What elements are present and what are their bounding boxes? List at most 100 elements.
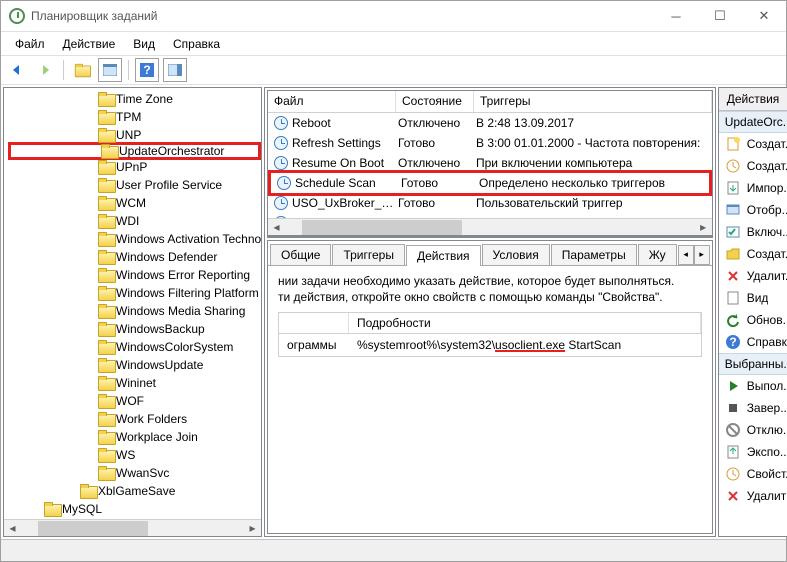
action-delete[interactable]: Удалить — [719, 485, 787, 507]
tree-item-label: Windows Error Reporting — [116, 268, 250, 282]
panel-toggle-2[interactable] — [163, 58, 187, 82]
forward-button[interactable] — [33, 58, 57, 82]
clock-icon — [274, 196, 288, 210]
action-label: Вид — [747, 291, 769, 305]
export-icon — [725, 444, 741, 460]
task-row[interactable]: USO_UxBroker_DisplayГотовоПользовательск… — [268, 193, 712, 213]
action-import[interactable]: Импор... — [719, 177, 787, 199]
tree-item-ws[interactable]: WS — [8, 446, 261, 464]
minimize-button[interactable]: ─ — [654, 1, 698, 31]
tab-1[interactable]: Триггеры — [332, 244, 405, 265]
menubar: Файл Действие Вид Справка — [1, 31, 786, 55]
help-button[interactable]: ? — [135, 58, 159, 82]
tree-item-wdi[interactable]: WDI — [8, 212, 261, 230]
col-state[interactable]: Состояние — [396, 91, 474, 112]
actions-group-2[interactable]: Выбранны...▲ — [719, 353, 787, 375]
end-icon — [725, 400, 741, 416]
up-button[interactable] — [70, 58, 94, 82]
svg-text:?: ? — [729, 335, 736, 349]
tree-item-windows-defender[interactable]: Windows Defender — [8, 248, 261, 266]
tasklist-scroll-horizontal[interactable]: ◂▸ — [268, 218, 712, 235]
menu-action[interactable]: Действие — [55, 35, 124, 53]
actions-pane: Действия UpdateOrc...▲ Создат...Создат..… — [718, 87, 787, 537]
action-new[interactable]: Создат... — [719, 133, 787, 155]
col-trigger[interactable]: Триггеры — [474, 91, 712, 112]
tree-item-work-folders[interactable]: Work Folders — [8, 410, 261, 428]
back-button[interactable] — [5, 58, 29, 82]
action-new2[interactable]: Создат... — [719, 155, 787, 177]
tree-item-mysql[interactable]: MySQL — [8, 500, 261, 518]
actions-group-1[interactable]: UpdateOrc...▲ — [719, 111, 787, 133]
tree-item-wininet[interactable]: Wininet — [8, 374, 261, 392]
tree-item-wwansvc[interactable]: WwanSvc — [8, 464, 261, 482]
action-row[interactable]: ограммы %systemroot%\system32\usoclient.… — [279, 334, 701, 356]
maximize-button[interactable]: ☐ — [698, 1, 742, 31]
tree-item-upnp[interactable]: UPnP — [8, 158, 261, 176]
tab-0[interactable]: Общие — [270, 244, 331, 265]
menu-help[interactable]: Справка — [165, 35, 228, 53]
tree-item-time-zone[interactable]: Time Zone — [8, 90, 261, 108]
folder-icon — [98, 430, 114, 444]
folder-icon — [98, 286, 114, 300]
tree-item-windows-media-sharing[interactable]: Windows Media Sharing — [8, 302, 261, 320]
folder-tree[interactable]: Time ZoneTPMUNPUpdateOrchestratorUPnPUse… — [4, 88, 261, 519]
tree-item-windowscolorsystem[interactable]: WindowsColorSystem — [8, 338, 261, 356]
tree-item-windows-activation-technologies[interactable]: Windows Activation Technologies — [8, 230, 261, 248]
tree-item-windowsupdate[interactable]: WindowsUpdate — [8, 356, 261, 374]
tree-item-label: Workplace Join — [116, 430, 198, 444]
actions-grid: Подробности ограммы %systemroot%\system3… — [278, 312, 702, 357]
tree-item-label: WindowsUpdate — [116, 358, 203, 372]
menu-view[interactable]: Вид — [125, 35, 163, 53]
tree-item-wcm[interactable]: WCM — [8, 194, 261, 212]
panel-toggle-1[interactable] — [98, 58, 122, 82]
tab-5[interactable]: Жу — [638, 244, 677, 265]
tab-2[interactable]: Действия — [406, 245, 481, 266]
tree-scroll-horizontal[interactable]: ◂▸ — [4, 519, 261, 536]
folder-icon — [101, 144, 117, 158]
tree-item-user-profile-service[interactable]: User Profile Service — [8, 176, 261, 194]
action-enable[interactable]: Включ... — [719, 221, 787, 243]
task-trigger: В 2:48 13.09.2017 — [476, 116, 712, 130]
tab-scroll-left[interactable]: ◂ — [678, 245, 694, 265]
action-help[interactable]: ?Справка — [719, 331, 787, 353]
tree-item-workplace-join[interactable]: Workplace Join — [8, 428, 261, 446]
tab-4[interactable]: Параметры — [551, 244, 637, 265]
tree-item-label: Windows Filtering Platform — [116, 286, 259, 300]
tree-item-label: WS — [116, 448, 135, 462]
task-row[interactable]: RebootОтключеноВ 2:48 13.09.2017 — [268, 113, 712, 133]
action-label: Удалить — [747, 489, 787, 503]
action-export[interactable]: Экспо... — [719, 441, 787, 463]
action-details: %systemroot%\system32\usoclient.exe Star… — [357, 338, 621, 352]
close-button[interactable]: ✕ — [742, 1, 786, 31]
action-label: Отобр... — [747, 203, 787, 217]
action-run[interactable]: Выпол... — [719, 375, 787, 397]
clock-icon — [277, 176, 291, 190]
svg-text:?: ? — [143, 63, 150, 77]
tree-item-xblgamesave[interactable]: XblGameSave — [8, 482, 261, 500]
titlebar: Планировщик заданий ─ ☐ ✕ — [1, 1, 786, 31]
folder-icon — [80, 484, 96, 498]
action-refresh[interactable]: Обнов... — [719, 309, 787, 331]
action-disable[interactable]: Отклю... — [719, 419, 787, 441]
action-end[interactable]: Завер... — [719, 397, 787, 419]
action-label: Создат... — [747, 137, 787, 151]
tree-item-windowsbackup[interactable]: WindowsBackup — [8, 320, 261, 338]
app-icon — [9, 8, 25, 24]
action-display[interactable]: Отобр... — [719, 199, 787, 221]
tree-item-wof[interactable]: WOF — [8, 392, 261, 410]
tree-item-tpm[interactable]: TPM — [8, 108, 261, 126]
action-props[interactable]: Свойст... — [719, 463, 787, 485]
folder-icon — [44, 502, 60, 516]
action-delete[interactable]: Удалит... — [719, 265, 787, 287]
menu-file[interactable]: Файл — [7, 35, 53, 53]
col-name[interactable]: Файл — [268, 91, 396, 112]
tab-3[interactable]: Условия — [482, 244, 550, 265]
tab-scroll-right[interactable]: ▸ — [694, 245, 710, 265]
folder-icon — [98, 304, 114, 318]
action-view[interactable]: Вид▶ — [719, 287, 787, 309]
task-row[interactable]: Refresh SettingsГотовоВ 3:00 01.01.2000 … — [268, 133, 712, 153]
action-folder[interactable]: Создат... — [719, 243, 787, 265]
task-list[interactable]: Файл Состояние Триггеры RebootОтключеноВ… — [267, 90, 713, 236]
tree-item-windows-error-reporting[interactable]: Windows Error Reporting — [8, 266, 261, 284]
tree-item-windows-filtering-platform[interactable]: Windows Filtering Platform — [8, 284, 261, 302]
